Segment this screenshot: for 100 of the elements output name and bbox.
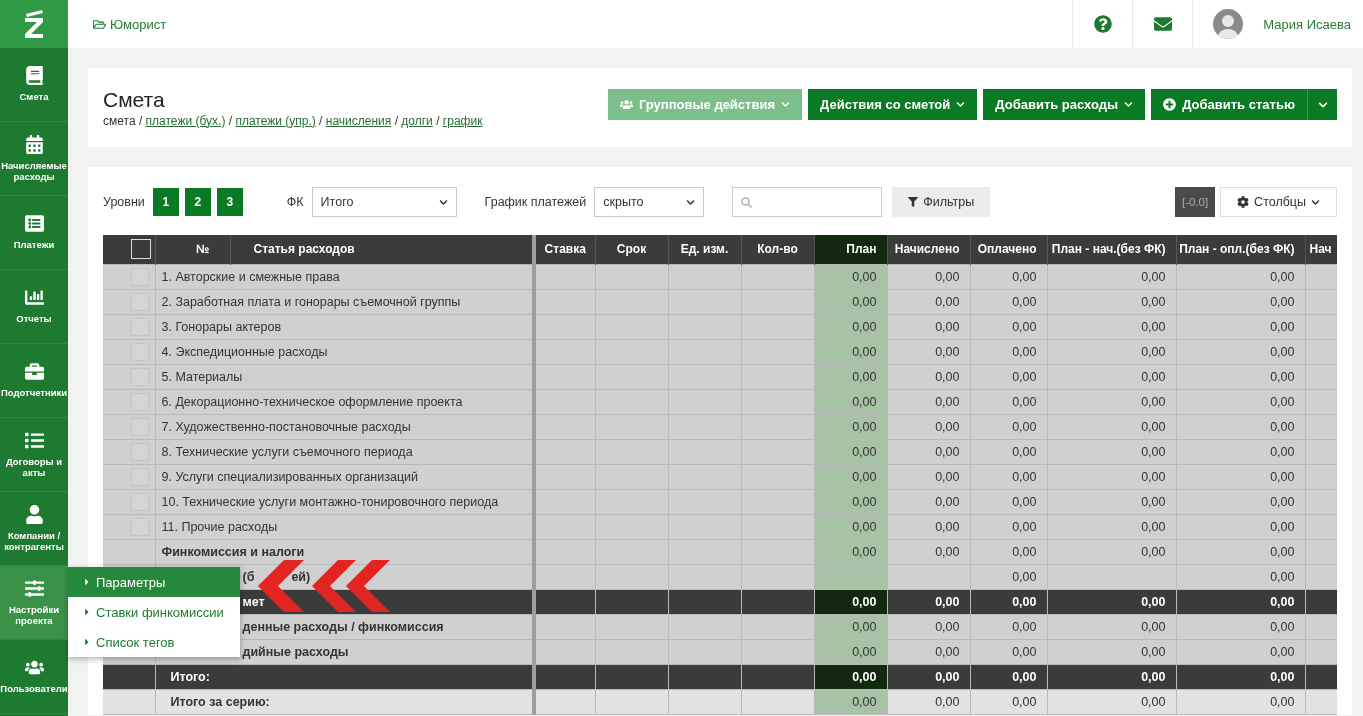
caret-icon <box>781 100 791 109</box>
bar-chart-icon <box>24 288 44 308</box>
filters-button[interactable]: Фильтры <box>892 187 991 217</box>
table-cell: 0,00 <box>1176 564 1305 589</box>
table-cell: 0,00 <box>1047 339 1176 364</box>
table-cell: 0,00 <box>1176 264 1305 289</box>
row-label: 4. Экспедиционные расходы <box>161 344 328 359</box>
table-cell: 0,00 <box>1176 364 1305 389</box>
table-cell: 0,00 <box>1176 439 1305 464</box>
table-cell: 0,00 <box>887 639 970 664</box>
table-cell: 0,00 <box>1176 464 1305 489</box>
table-cell: 0,00 <box>1176 664 1305 689</box>
row-label: Итого: <box>170 669 210 684</box>
breadcrumb-separator: / <box>435 113 441 128</box>
caret-icon <box>956 100 966 109</box>
header-cell: Срок <box>595 235 668 264</box>
table-cell: 0,00 <box>887 364 970 389</box>
logo-icon[interactable] <box>22 9 46 39</box>
submenu-item[interactable]: Параметры <box>68 567 240 597</box>
table-cell: 0,00 <box>887 464 970 489</box>
table-cell: 0,00 <box>1047 414 1176 439</box>
breadcrumb-link[interactable]: платежи (бух.) <box>145 113 226 128</box>
table-cell: 0,00 <box>1047 539 1176 564</box>
table-cell: 0,00 <box>1176 539 1305 564</box>
sidebar-item[interactable]: Настройки проекта <box>0 566 68 640</box>
table-cell: 0,00 <box>1176 639 1305 664</box>
action-button[interactable]: Добавить расходы <box>983 89 1146 120</box>
table-cell: 0,00 <box>1176 614 1305 639</box>
table-cell: 0,00 <box>887 439 970 464</box>
table-cell: 0,00 <box>1176 589 1305 614</box>
breadcrumb-separator: / <box>137 113 144 128</box>
table-cell: 0,00 <box>1047 664 1176 689</box>
row-label: ей) <box>291 569 311 584</box>
breadcrumb-link[interactable]: платежи (упр.) <box>235 113 316 128</box>
row-label: 11. Прочие расходы <box>161 519 278 534</box>
table-cell: 0,00 <box>887 489 970 514</box>
breadcrumb-link[interactable]: график <box>442 113 483 128</box>
submenu-item[interactable]: Ставки финкомиссии <box>68 597 240 627</box>
table-cell: 0,00 <box>887 339 970 364</box>
table-cell: 0,00 <box>1047 514 1176 539</box>
header-cell: План <box>814 235 887 264</box>
row-label: 3. Гонорары актеров <box>161 319 282 334</box>
levels-label: Уровни <box>103 195 145 209</box>
briefcase-icon <box>24 362 44 382</box>
row-label: 5. Материалы <box>161 369 243 384</box>
row-label: (б <box>242 569 255 584</box>
fk-select[interactable]: Итого <box>311 187 457 217</box>
list-icon <box>24 214 44 234</box>
caret-icon <box>1317 99 1328 110</box>
row-label: 9. Услуги специализированных организаций <box>161 469 419 484</box>
breadcrumb-separator: / <box>393 113 399 128</box>
row-label: мет <box>242 594 265 609</box>
select-all-checkbox[interactable] <box>131 239 151 260</box>
page-title: Смета <box>103 87 166 112</box>
table-cell: 0,00 <box>1176 314 1305 339</box>
breadcrumb-link[interactable]: долги <box>401 113 433 128</box>
header-cell: № <box>155 235 230 264</box>
user-name[interactable]: Мария Исаева <box>1263 16 1351 32</box>
table-cell: 0,00 <box>1176 389 1305 414</box>
schedule-select[interactable]: скрыто <box>594 187 705 217</box>
caret-icon <box>1311 197 1320 207</box>
breadcrumb-separator: / <box>227 113 234 128</box>
project-link[interactable]: Юморист <box>68 0 1073 48</box>
table-cell: 0,00 <box>1176 339 1305 364</box>
table-cell: 0,00 <box>887 539 970 564</box>
header-cell: План - нач.(без ФК) <box>1047 235 1176 264</box>
header-cell: Статья расходов <box>230 235 534 264</box>
columns-button[interactable]: Столбцы <box>1220 187 1337 217</box>
action-button[interactable]: Добавить статью <box>1151 89 1307 120</box>
settings-icon <box>1237 196 1250 208</box>
row-label: 1. Авторские и смежные права <box>161 269 340 284</box>
level-button[interactable]: 1 <box>152 188 179 216</box>
level-button[interactable]: 2 <box>184 188 211 216</box>
filter-icon <box>908 197 919 207</box>
search-field[interactable] <box>732 187 883 217</box>
level-button[interactable]: 3 <box>216 188 243 216</box>
table-cell: 0,00 <box>1176 689 1305 714</box>
plus-icon <box>1163 98 1177 111</box>
table-cell: 0,00 <box>887 314 970 339</box>
table-cell: 0,00 <box>1047 639 1176 664</box>
breadcrumb-link[interactable]: начисления <box>325 113 392 128</box>
folder-icon <box>93 17 106 31</box>
table-cell: 0,00 <box>1047 289 1176 314</box>
row-label: 10. Технические услуги монтажно-тонировочного периода <box>161 494 499 509</box>
table-cell: 0,00 <box>1047 489 1176 514</box>
header-cell: Начислено <box>887 235 970 264</box>
table-cell: 0,00 <box>1047 364 1176 389</box>
dropdown-toggle-button[interactable] <box>1307 89 1337 120</box>
row-label: денные расходы / финкомиссия <box>242 619 444 634</box>
breadcrumb-current[interactable]: смета <box>103 113 136 128</box>
caret-icon <box>1124 100 1134 109</box>
table-cell: 0,00 <box>887 664 970 689</box>
avatar[interactable] <box>1213 9 1244 39</box>
submenu-item[interactable]: Список тегов <box>68 627 240 657</box>
table-cell: 0,00 <box>887 614 970 639</box>
table-cell: 0,00 <box>1047 314 1176 339</box>
search-icon <box>741 196 753 208</box>
action-button[interactable]: Действия со сметой <box>808 89 978 120</box>
table-cell: 0,00 <box>1047 264 1176 289</box>
table-cell: 0,00 <box>1176 514 1305 539</box>
